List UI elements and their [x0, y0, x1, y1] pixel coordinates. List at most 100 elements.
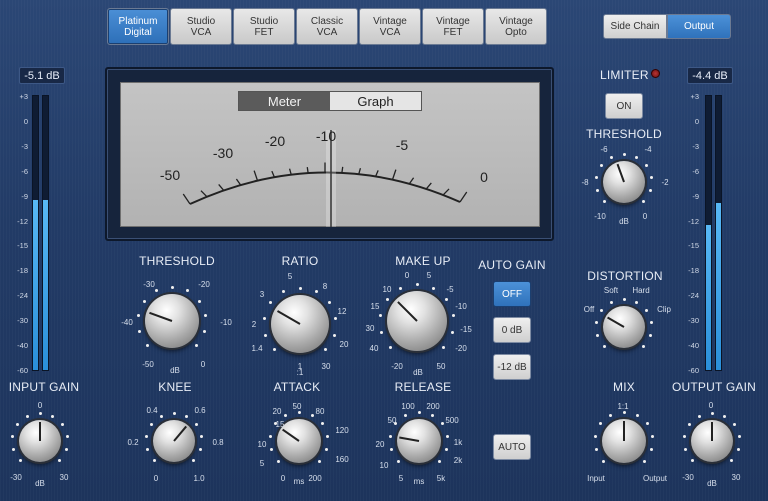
vu-tick [306, 167, 309, 174]
input-gain-knob[interactable] [19, 420, 61, 462]
ratio-knob[interactable] [271, 295, 329, 353]
knob-tick-label: -20 [198, 280, 210, 289]
knob-scale-dot [609, 155, 613, 159]
side-chain-button[interactable]: Side Chain [603, 14, 667, 39]
knob-scale-dot [730, 459, 734, 463]
model-tab-0[interactable]: Platinum Digital [107, 8, 169, 45]
limiter-threshold-knob[interactable] [603, 161, 645, 203]
knob-tick-label: 10 [257, 440, 267, 449]
knob-tick-label: 200 [426, 402, 440, 411]
knob-scale-dot [298, 286, 302, 290]
knob-pointer [173, 425, 187, 442]
knob-scale-dot [11, 448, 15, 452]
limiter-on-button[interactable]: ON [605, 93, 643, 119]
knob-tick-label: 0 [708, 401, 714, 410]
knob-scale-dot [594, 448, 598, 452]
knob-tick-label: 50 [387, 416, 397, 425]
knob-scale-dot [622, 297, 626, 301]
mix-knob[interactable] [602, 419, 646, 463]
knob-scale-dot [635, 413, 639, 417]
meter-scale-label: -60 [17, 366, 28, 375]
meter-scale-label: -6 [21, 166, 28, 176]
release-knob[interactable] [397, 419, 441, 463]
release-label: RELEASE [394, 380, 452, 394]
knob-scale-dot [445, 297, 449, 301]
knob-tick-label: -10 [220, 318, 232, 327]
vu-label-50: -50 [159, 167, 181, 183]
knob-tick-label: 120 [335, 426, 349, 435]
knob-scale-dot [389, 448, 393, 452]
model-tab-6[interactable]: Vintage Opto [485, 8, 547, 45]
knob-scale-dot [687, 423, 691, 427]
knob-tick-label: -30 [682, 473, 694, 482]
knob-tick-label: 0.8 [212, 438, 224, 447]
knob-scale-dot [440, 422, 444, 426]
meter-scale-label: -40 [688, 341, 699, 351]
knob-scale-dot [642, 200, 646, 204]
knob-scale-dot [594, 176, 598, 180]
distortion-knob[interactable] [603, 306, 645, 348]
knob-tick-label: 0.6 [194, 406, 206, 415]
knob-tick-label: 8 [322, 282, 328, 291]
distortion-off: Off [583, 305, 595, 314]
knob-scale-dot [635, 155, 639, 159]
threshold-knob[interactable] [145, 294, 199, 348]
knob-scale-dot [159, 414, 163, 418]
distortion-soft: Soft [603, 286, 619, 295]
knob-tick-label: 3 [259, 290, 265, 299]
knob-tick-label: 15 [370, 302, 380, 311]
knob-scale-dot [430, 413, 434, 417]
knob-tick-label: -20 [455, 344, 467, 353]
knob-scale-dot [155, 289, 159, 293]
knob-scale-dot [602, 345, 606, 349]
meter-scale-label: -3 [21, 141, 28, 151]
output-button[interactable]: Output [667, 14, 731, 39]
knob-scale-dot [51, 414, 55, 418]
knob-scale-dot [380, 330, 384, 334]
knob-scale-dot [432, 286, 436, 290]
knob-scale-dot [198, 299, 201, 303]
knob-scale-dot [643, 460, 646, 463]
knee-knob[interactable] [153, 420, 195, 462]
knob-scale-dot [172, 411, 176, 415]
vu-tick [288, 168, 292, 175]
knob-scale-dot [396, 460, 400, 463]
knob-scale-dot [202, 330, 206, 333]
knob-pointer [39, 422, 41, 441]
knob-tick-label: 50 [436, 362, 446, 371]
knob-tick-label: 10 [379, 461, 389, 470]
knob-scale-dot [325, 448, 329, 452]
meter-scale-label: -18 [688, 266, 699, 276]
model-tab-1[interactable]: Studio VCA [170, 8, 232, 45]
auto-gain-0db-button[interactable]: 0 dB [493, 317, 531, 343]
meter-scale-label: +3 [19, 92, 28, 101]
knob-scale-dot [599, 164, 603, 168]
knob-scale-dot [66, 435, 70, 439]
model-tab-2[interactable]: Studio FET [233, 8, 295, 45]
knob-scale-dot [645, 164, 649, 168]
output-gain-knob[interactable] [691, 420, 733, 462]
knob-scale-dot [65, 448, 69, 452]
model-tab-3[interactable]: Classic VCA [296, 8, 358, 45]
auto-gain-off-button[interactable]: OFF [493, 281, 531, 307]
knob-scale-dot [282, 290, 286, 294]
knob-tick-label: 0 [280, 474, 286, 483]
knob-scale-dot [152, 459, 156, 463]
knob-tick-label: -30 [143, 280, 155, 289]
model-tab-4[interactable]: Vintage VCA [359, 8, 421, 45]
knob-pointer [623, 421, 625, 441]
distortion-clip: Clip [657, 305, 671, 314]
input-meter-left [32, 95, 39, 371]
makeup-knob[interactable] [387, 291, 447, 351]
vu-tick [375, 170, 379, 177]
release-auto-button[interactable]: AUTO [493, 434, 531, 460]
model-tab-5[interactable]: Vintage FET [422, 8, 484, 45]
knob-tick-label: 1.4 [251, 344, 263, 353]
knob-tick-label: 0 [37, 401, 43, 410]
knob-tick-label: 0 [153, 474, 159, 483]
auto-gain-minus12-button[interactable]: -12 dB [493, 354, 531, 380]
output-gain-readout: -4.4 dB [687, 67, 733, 84]
knob-tick-label: -4 [644, 145, 652, 154]
knob-scale-dot [138, 330, 142, 333]
knob-tick-label: -10 [455, 302, 467, 311]
